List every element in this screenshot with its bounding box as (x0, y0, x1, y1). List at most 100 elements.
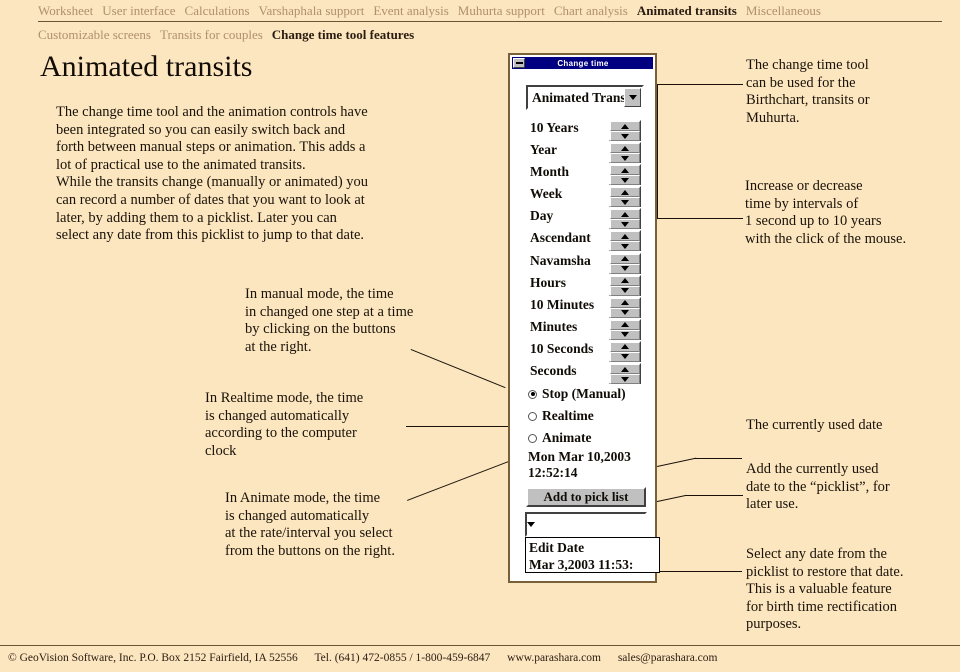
leader-line-dialog-left-edge-top (657, 84, 658, 219)
spinner-up-icon[interactable] (610, 209, 640, 220)
leader-line-interval (657, 218, 743, 219)
time-step-label: Navamsha (530, 252, 591, 268)
spinner-down-icon[interactable] (610, 175, 640, 186)
mode-combo[interactable]: Animated Trans (526, 85, 644, 110)
spinner-up-icon[interactable] (610, 275, 640, 286)
dialog-title: Change time (557, 58, 609, 68)
page-root: Worksheet User interface Calculations Varsh… (0, 0, 960, 672)
spinner-up-icon[interactable] (610, 121, 640, 131)
radio-button-icon[interactable] (528, 411, 537, 421)
picklist-item[interactable]: Mar 3,2003 11:53: (529, 556, 659, 573)
animation-mode-radio-group: Stop (Manual) Realtime Animate (512, 383, 653, 449)
time-step-spinner[interactable] (609, 164, 641, 186)
time-step-spinner[interactable] (609, 296, 641, 318)
time-step-label: Week (530, 186, 563, 202)
time-step-row: Hours (512, 274, 653, 296)
radio-button-icon[interactable] (528, 433, 537, 443)
spinner-down-icon[interactable] (610, 285, 640, 296)
time-step-row: Ascendant (512, 229, 653, 252)
spinner-down-icon[interactable] (610, 263, 640, 274)
spinner-down-icon[interactable] (610, 153, 640, 164)
footer-email[interactable]: sales@parashara.com (618, 652, 718, 664)
nav-item-event-analysis[interactable]: Event analysis (373, 3, 448, 19)
time-step-label: Ascendant (530, 230, 591, 246)
spinner-down-icon[interactable] (610, 351, 640, 362)
footer: © GeoVision Software, Inc. P.O. Box 2152… (8, 652, 731, 664)
time-step-label: 10 Years (530, 120, 579, 135)
nav-item-user-interface[interactable]: User interface (102, 3, 175, 19)
time-step-spinner[interactable] (609, 142, 641, 164)
subnav-item-change-time-tool-features[interactable]: Change time tool features (272, 27, 414, 43)
time-step-label: Minutes (530, 318, 578, 334)
footer-copyright: © GeoVision Software, Inc. P.O. Box 2152… (8, 652, 298, 664)
radio-button-icon[interactable] (528, 389, 537, 399)
time-step-spinner[interactable] (609, 120, 641, 141)
time-step-spinner[interactable] (609, 274, 641, 296)
chevron-down-icon[interactable] (527, 522, 535, 527)
time-step-row: Year (512, 141, 653, 164)
time-step-row: Seconds (512, 362, 653, 385)
time-step-label: Seconds (530, 363, 577, 379)
spinner-down-icon[interactable] (610, 131, 640, 141)
nav-item-chart-analysis[interactable]: Chart analysis (554, 3, 628, 19)
time-step-spinner[interactable] (609, 318, 641, 340)
intro-paragraph: The change time tool and the animation c… (56, 104, 369, 244)
mode-radio-stop-manual-[interactable]: Stop (Manual) (512, 383, 653, 405)
manual-mode-annotation: In manual mode, the time in changed one … (245, 286, 414, 355)
spinner-down-icon[interactable] (610, 197, 640, 208)
spinner-down-icon[interactable] (610, 307, 640, 318)
change-time-dialog[interactable]: Change time Animated Trans 10 Years Year M… (508, 53, 660, 583)
footer-divider (0, 645, 960, 646)
mode-radio-label: Realtime (542, 408, 594, 423)
time-step-row: 10 Seconds (512, 340, 653, 362)
mode-combo-value: Animated Trans (532, 89, 624, 105)
add-to-picklist-annotation: Add the currently used date to the “pick… (746, 461, 890, 513)
dialog-body: Animated Trans 10 Years Year Month Week Day A… (512, 71, 660, 579)
mode-radio-animate[interactable]: Animate (512, 427, 653, 449)
mode-radio-label: Animate (542, 430, 592, 445)
select-date-annotation: Select any date from the picklist to res… (746, 546, 904, 633)
time-step-label: 10 Minutes (530, 296, 595, 312)
current-date-annotation: The currently used date (746, 417, 883, 433)
dialog-titlebar[interactable]: Change time (512, 57, 653, 69)
nav-item-muhurta-support[interactable]: Muhurta support (458, 3, 545, 19)
spinner-up-icon[interactable] (610, 297, 640, 308)
time-step-row: Navamsha (512, 252, 653, 274)
picklist-item[interactable]: Edit Date (529, 539, 659, 556)
spinner-up-icon[interactable] (610, 143, 640, 154)
nav-item-worksheet[interactable]: Worksheet (38, 3, 93, 19)
spinner-down-icon[interactable] (610, 219, 640, 230)
spinner-up-icon[interactable] (610, 253, 640, 264)
nav-item-calculations[interactable]: Calculations (185, 3, 250, 19)
nav-item-varshaphala-support[interactable]: Varshaphala support (259, 3, 365, 19)
picklist-dropdown[interactable]: Edit Date Mar 3,2003 11:53: (525, 537, 660, 573)
time-step-spinner[interactable] (609, 363, 641, 385)
time-step-spinner[interactable] (609, 186, 641, 208)
system-menu-icon[interactable] (513, 58, 525, 68)
time-step-spinner[interactable] (609, 340, 641, 362)
spinner-up-icon[interactable] (610, 165, 640, 176)
spinner-up-icon[interactable] (610, 341, 640, 352)
time-step-spinner[interactable] (609, 252, 641, 274)
spinner-up-icon[interactable] (610, 187, 640, 198)
spinner-up-icon[interactable] (610, 231, 640, 242)
time-step-row: 10 Minutes (512, 296, 653, 318)
time-step-spinner[interactable] (609, 230, 641, 252)
spinner-down-icon[interactable] (610, 329, 640, 340)
subnav-item-transits-for-couples[interactable]: Transits for couples (160, 27, 263, 43)
spinner-up-icon[interactable] (610, 364, 640, 375)
time-step-list: 10 Years Year Month Week Day Ascendant Navamsh… (512, 119, 653, 385)
nav-item-animated-transits[interactable]: Animated transits (637, 3, 737, 19)
time-step-spinner[interactable] (609, 208, 641, 230)
subnav-item-customizable-screens[interactable]: Customizable screens (38, 27, 151, 43)
footer-website[interactable]: www.parashara.com (507, 652, 601, 664)
mode-radio-realtime[interactable]: Realtime (512, 405, 653, 427)
footer-phone: Tel. (641) 472-0855 / 1-800-459-6847 (314, 652, 491, 664)
chevron-down-icon[interactable] (624, 88, 641, 107)
spinner-down-icon[interactable] (610, 241, 640, 252)
add-to-pick-list-button[interactable]: Add to pick list (526, 487, 646, 507)
spinner-up-icon[interactable] (610, 319, 640, 330)
nav-item-miscellaneous[interactable]: Miscellaneous (746, 3, 821, 19)
nav-divider (38, 21, 942, 22)
picklist-combo[interactable] (525, 512, 647, 537)
